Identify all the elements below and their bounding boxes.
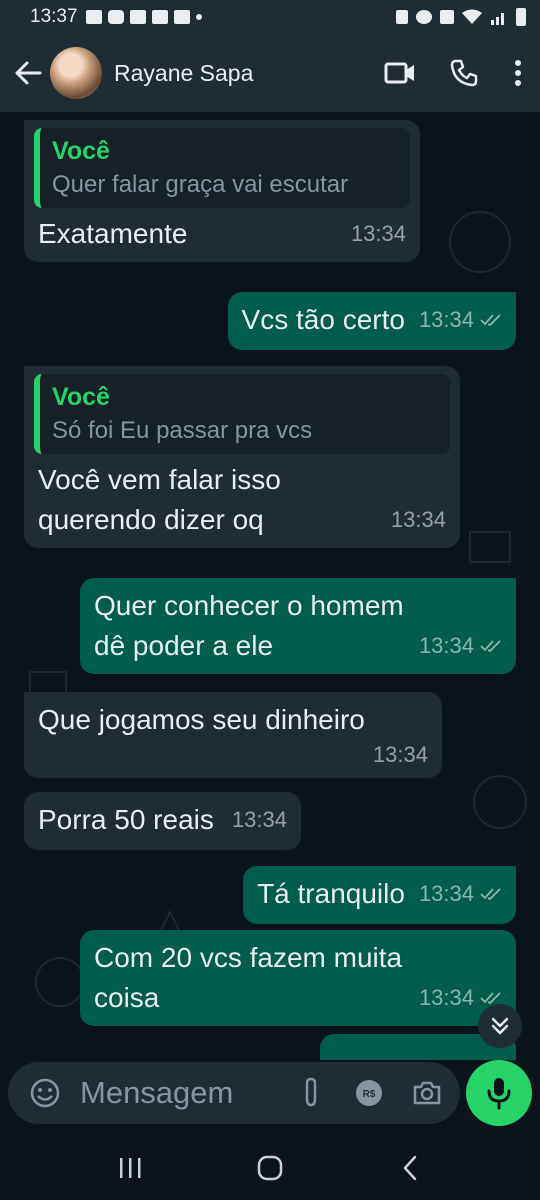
message-time: 13:34 (418, 881, 474, 906)
back-chevron-icon (403, 1155, 417, 1181)
double-check-icon (480, 640, 501, 653)
message-text-line2: dê poder a ele (94, 630, 274, 661)
notification-icons (85, 10, 202, 24)
message-meta: 13:34 (419, 300, 502, 340)
message-time: 13:34 (418, 307, 474, 332)
avatar[interactable] (50, 47, 102, 99)
quoted-message[interactable]: Você Quer falar graça vai escutar (34, 128, 410, 208)
back-nav-button[interactable] (380, 1143, 440, 1193)
message-incoming[interactable]: Que jogamos seu dinheiro 13:34 (24, 692, 442, 778)
payment-button[interactable]: R$ (348, 1072, 390, 1114)
voice-message-button[interactable] (466, 1060, 532, 1126)
quoted-message[interactable]: Você Só foi Eu passar pra vcs (34, 374, 450, 454)
message-meta: 13:34 (419, 874, 502, 914)
message-time: 13:34 (390, 507, 446, 532)
message-time: 13:34 (418, 985, 474, 1010)
message-time: 13:34 (231, 807, 287, 832)
emoji-icon (30, 1078, 60, 1108)
double-check-icon (480, 992, 501, 1005)
video-call-button[interactable] (368, 43, 432, 103)
facebook-notification-icon-2 (151, 10, 168, 24)
system-nav-bar (0, 1136, 540, 1200)
message-incoming[interactable]: Você Quer falar graça vai escutar Exatam… (24, 120, 420, 262)
message-incoming[interactable]: Porra 50 reais 13:34 (24, 792, 301, 850)
signal-icon (491, 13, 504, 25)
voice-call-button[interactable] (432, 43, 496, 103)
more-options-button[interactable] (496, 43, 540, 103)
battery-icon (516, 8, 526, 26)
attach-icon (305, 1077, 317, 1107)
quote-text: Quer falar graça vai escutar (52, 171, 349, 198)
message-time: 13:34 (350, 221, 406, 246)
instagram-notification-icon (107, 10, 124, 24)
quote-author: Você (52, 383, 110, 411)
message-time: 13:34 (372, 742, 428, 767)
message-outgoing[interactable]: Com 20 vcs fazem muita coisa 13:34 (80, 930, 516, 1026)
more-icon (515, 60, 521, 86)
message-text: Porra 50 reais (38, 804, 214, 835)
contact-name[interactable]: Rayane Sapa (114, 60, 253, 87)
message-text-line1: Você vem falar isso (38, 464, 281, 495)
quote-text: Só foi Eu passar pra vcs (52, 417, 313, 444)
quote-author: Você (52, 137, 110, 165)
back-button[interactable] (6, 51, 50, 95)
mute-icon (440, 10, 454, 24)
recent-apps-icon (120, 1158, 141, 1178)
composer: Mensagem R$ (0, 1060, 540, 1136)
message-time: 13:34 (418, 633, 474, 658)
system-icons (396, 8, 526, 26)
chat-header: Rayane Sapa (0, 34, 540, 112)
video-call-icon (384, 62, 414, 84)
message-incoming[interactable]: Você Só foi Eu passar pra vcs Você vem f… (24, 366, 460, 548)
message-notification-icon (85, 10, 102, 24)
home-icon (257, 1155, 283, 1181)
facebook-notification-icon-3 (173, 10, 190, 24)
message-input-container[interactable]: Mensagem R$ (8, 1062, 460, 1124)
header-actions (368, 43, 540, 103)
chat-area[interactable]: Você Quer falar graça vai escutar Exatam… (0, 112, 540, 1060)
camera-button[interactable] (406, 1072, 448, 1114)
scroll-to-bottom-button[interactable] (478, 1004, 522, 1048)
wifi-icon (462, 9, 482, 24)
more-notifications-dot (195, 14, 202, 20)
message-text-line1: Quer conhecer o homem (94, 590, 404, 621)
phone-icon (450, 59, 478, 87)
message-text-line2: coisa (94, 982, 160, 1013)
message-text-line1: Com 20 vcs fazem muita (94, 942, 403, 973)
status-bar: 13:37 (0, 0, 540, 34)
recent-apps-button[interactable] (100, 1143, 160, 1193)
message-outgoing[interactable]: Vcs tão certo 13:34 (227, 292, 516, 350)
camera-icon (413, 1081, 441, 1105)
status-time: 13:37 (30, 6, 78, 27)
message-text: Tá tranquilo (257, 878, 405, 909)
message-text-line2: querendo dizer oq (38, 504, 264, 535)
double-check-icon (480, 888, 501, 901)
emoji-button[interactable] (24, 1072, 66, 1114)
payment-icon: R$ (356, 1080, 382, 1106)
message-outgoing[interactable]: Tá tranquilo 13:34 (243, 866, 516, 924)
alarm-icon (416, 10, 432, 24)
scroll-down-icon (491, 1017, 509, 1035)
home-button[interactable] (240, 1143, 300, 1193)
back-arrow-icon (15, 61, 42, 85)
message-text: Exatamente (38, 218, 188, 249)
double-check-icon (480, 314, 501, 327)
lock-icon (396, 10, 408, 24)
message-text: Que jogamos seu dinheiro (38, 704, 365, 735)
message-outgoing[interactable]: Quer conhecer o homem dê poder a ele 13:… (80, 578, 516, 674)
facebook-notification-icon (129, 10, 146, 24)
svg-text:R$: R$ (363, 1089, 376, 1100)
message-input[interactable]: Mensagem (80, 1075, 274, 1111)
message-meta: 13:34 (419, 626, 502, 666)
attach-button[interactable] (290, 1072, 332, 1114)
message-text: Vcs tão certo (241, 304, 405, 335)
mic-icon (487, 1078, 511, 1110)
